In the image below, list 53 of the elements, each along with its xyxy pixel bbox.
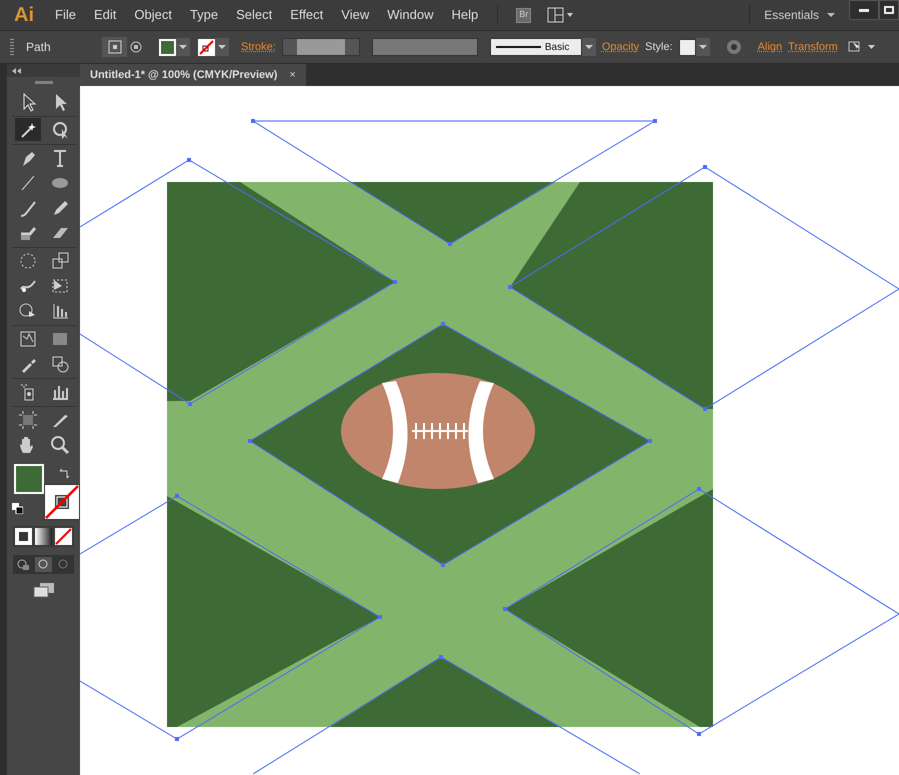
document-tab-title: Untitled-1* @ 100% (CMYK/Preview) (90, 68, 278, 83)
app-logo: Ai (14, 3, 34, 28)
menu-item[interactable]: Window (378, 5, 442, 25)
stroke-link[interactable]: Stroke: (241, 38, 276, 56)
no-stroke-swatch-icon[interactable] (198, 38, 215, 56)
tab-close-button[interactable]: × (289, 66, 296, 84)
menu-item[interactable]: Edit (84, 5, 126, 25)
align-link[interactable]: Align (758, 38, 782, 56)
document-tab[interactable]: Untitled-1* @ 100% (CMYK/Preview) × (80, 64, 306, 86)
recolor-artwork-icon[interactable] (726, 39, 742, 55)
menu-item[interactable]: View (332, 5, 378, 25)
gradient-mode-icon[interactable] (35, 528, 52, 545)
stroke-none-swatch-icon[interactable] (44, 484, 80, 520)
brush-name: Basic (544, 40, 570, 54)
brush-definition-dropdown[interactable]: Basic (490, 38, 582, 56)
panel-options-icon[interactable] (848, 40, 876, 54)
graphic-style-swatch[interactable] (678, 38, 696, 56)
color-mode-icon[interactable] (15, 528, 32, 545)
zoom-icon[interactable] (48, 434, 70, 456)
maximize-button[interactable] (879, 0, 899, 20)
panel-grip-icon (34, 81, 52, 84)
collapse-panel-icon[interactable] (12, 68, 21, 74)
caret-icon[interactable] (827, 12, 835, 18)
menu-item[interactable]: File (46, 5, 85, 25)
variable-width-dropdown[interactable] (372, 38, 478, 56)
menu-item[interactable]: Object (125, 5, 181, 25)
draw-behind-icon[interactable] (35, 557, 52, 572)
artboard-icon[interactable] (16, 408, 38, 430)
screen-mode-icon[interactable] (32, 582, 54, 598)
arrange-documents-icon[interactable] (547, 7, 576, 23)
menu-item[interactable]: Help (442, 5, 488, 25)
stroke-line-icon (496, 46, 541, 48)
menu-item[interactable]: Type (180, 5, 228, 25)
fill-color-swatch[interactable] (14, 464, 44, 494)
style-label: Style: (645, 40, 673, 55)
default-colors-icon[interactable] (12, 503, 22, 514)
maximize-icon (884, 6, 894, 14)
transform-link[interactable]: Transform (788, 38, 838, 56)
fill-swatch[interactable] (159, 38, 176, 56)
menu-item[interactable]: Effect (281, 5, 332, 25)
selection-type-label: Path (26, 39, 52, 56)
workspace-switcher[interactable]: Essentials (764, 6, 819, 24)
panel-grip-icon[interactable] (10, 39, 14, 55)
swap-arrows-icon[interactable] (58, 467, 70, 479)
stroke-weight-field[interactable] (282, 38, 360, 56)
minimize-button[interactable] (849, 0, 879, 20)
draw-normal-icon[interactable] (15, 557, 32, 572)
none-mode-icon[interactable] (55, 528, 72, 545)
bounding-box-icon (108, 40, 122, 54)
isolation-mode-button[interactable] (102, 37, 127, 57)
minimize-icon (859, 8, 869, 12)
menu-item[interactable]: Select (227, 5, 282, 25)
opacity-link[interactable]: Opacity (602, 38, 640, 56)
